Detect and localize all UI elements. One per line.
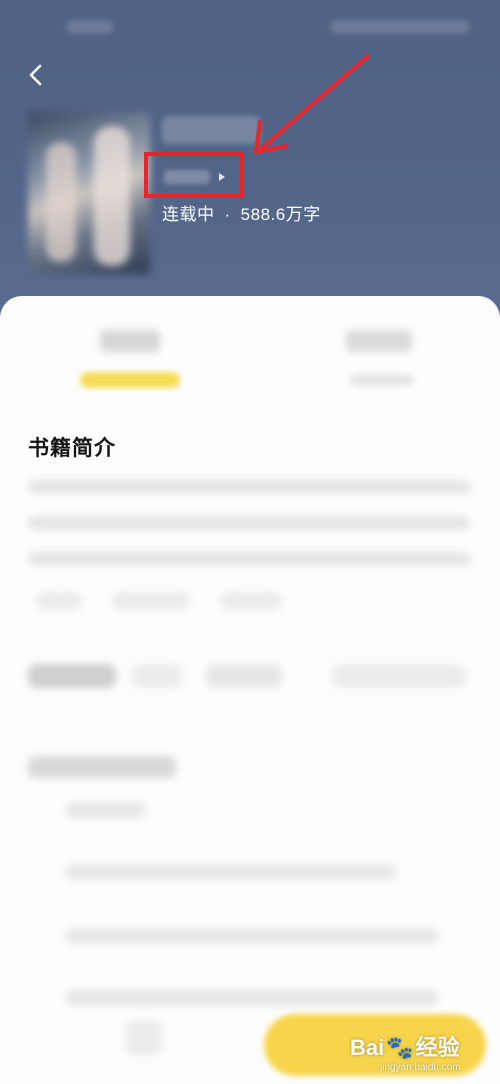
category-chip[interactable] [332, 664, 466, 688]
chevron-left-icon [29, 64, 42, 86]
list-item[interactable] [66, 990, 438, 1006]
watermark-site: jingyan.baidu.com [380, 1062, 461, 1073]
book-meta: 连载中 · 588.6万字 [162, 200, 321, 225]
meta-separator: · [224, 205, 231, 224]
paw-icon: 🐾 [386, 1035, 414, 1060]
list-item[interactable] [66, 928, 438, 944]
word-count: 588.6万字 [240, 205, 321, 224]
back-button[interactable] [18, 58, 52, 92]
watermark-brand-suffix: 经验 [415, 1035, 460, 1060]
status-bar-time [66, 20, 114, 34]
rating-bar [80, 372, 180, 388]
watermark-brand: Bai [350, 1035, 385, 1060]
tag-pill[interactable] [36, 592, 82, 610]
rating-value [100, 330, 160, 352]
book-cover[interactable] [28, 112, 150, 274]
subsection-title [28, 756, 176, 778]
category-chip[interactable] [206, 664, 282, 688]
readers-label [350, 374, 414, 386]
list-item[interactable] [66, 864, 396, 880]
red-arrow-icon [254, 54, 370, 154]
tag-pill[interactable] [220, 592, 282, 610]
intro-text-line [28, 480, 470, 494]
bookshelf-icon[interactable] [126, 1020, 162, 1056]
intro-title: 书籍简介 [28, 437, 116, 460]
book-status: 连载中 [162, 205, 215, 224]
tag-pill[interactable] [112, 592, 190, 610]
book-header: 连载中 · 588.6万字 [0, 0, 500, 330]
category-chip-active[interactable] [28, 664, 116, 688]
list-item[interactable] [66, 802, 146, 818]
author-highlight-box [144, 152, 244, 198]
readers-value [346, 330, 412, 352]
intro-text-line [28, 552, 470, 566]
category-chip[interactable] [132, 664, 182, 688]
intro-text-line [28, 516, 470, 530]
book-detail-card [0, 296, 500, 1084]
watermark-logo: Bai🐾经验 [350, 1030, 460, 1062]
status-bar-indicators [330, 20, 470, 34]
